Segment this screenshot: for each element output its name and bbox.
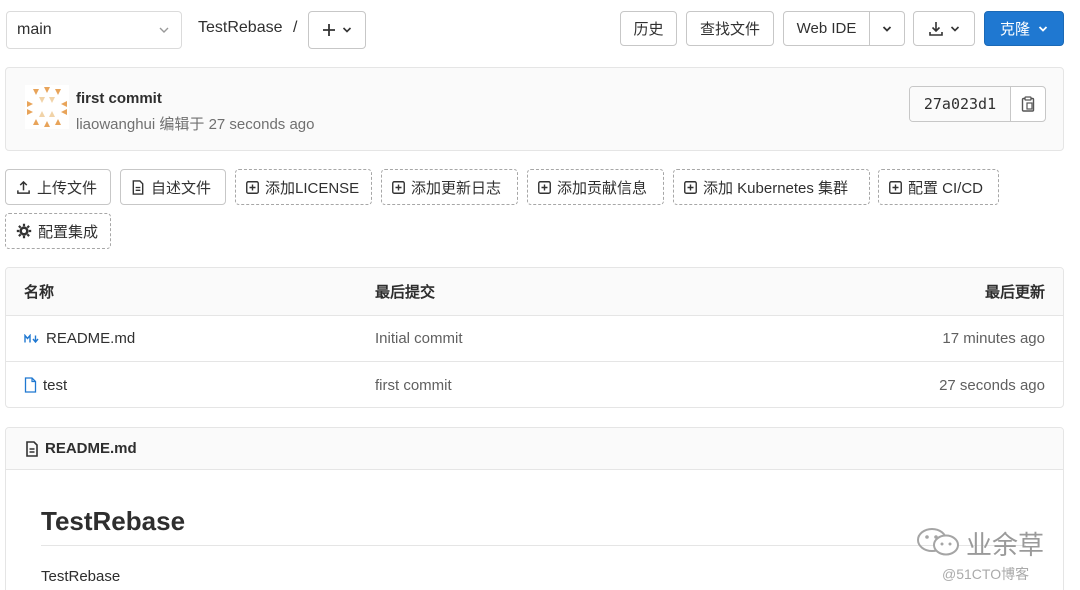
chevron-down-icon (882, 25, 892, 32)
web-ide-dropdown-toggle[interactable] (870, 12, 904, 45)
commit-sha[interactable]: 27a023d1 (910, 87, 1011, 121)
document-icon (26, 440, 38, 457)
chevron-down-icon (159, 27, 169, 33)
readme-heading: TestRebase (41, 506, 186, 536)
readme-filename[interactable]: README.md (45, 440, 137, 457)
branch-selector[interactable]: main (6, 11, 182, 49)
file-last-commit[interactable]: Initial commit (375, 316, 463, 361)
chevron-down-icon (950, 25, 960, 32)
breadcrumb-project[interactable]: TestRebase (198, 19, 283, 36)
history-button[interactable]: 历史 (620, 11, 677, 46)
plus-square-icon (889, 180, 902, 194)
readme-file-label: 自述文件 (151, 179, 212, 197)
history-button-label: 历史 (633, 21, 664, 38)
plus-square-icon (246, 180, 259, 194)
chevron-down-icon (1038, 25, 1048, 32)
upload-file-label: 上传文件 (37, 179, 98, 197)
last-commit-panel: first commit liaowanghui 编辑于 27 seconds … (5, 67, 1064, 151)
plus-square-icon (538, 180, 551, 194)
download-dropdown-button[interactable] (913, 11, 975, 46)
file-name[interactable]: test (43, 377, 67, 394)
commit-title[interactable]: first commit (76, 90, 162, 107)
web-ide-button-label: Web IDE (796, 20, 857, 37)
file-icon (24, 377, 37, 393)
setup-cicd-label: 配置 CI/CD (908, 179, 984, 197)
find-file-button[interactable]: 查找文件 (686, 11, 774, 46)
col-last-commit-header: 最后提交 (375, 284, 436, 301)
add-new-dropdown-button[interactable] (308, 11, 366, 49)
col-name-header: 名称 (24, 284, 55, 301)
watermark-site: @51CTO博客 (942, 566, 1030, 582)
add-contributing-label: 添加贡献信息 (557, 179, 648, 197)
configure-integrations-label: 配置集成 (38, 223, 99, 241)
clone-button[interactable]: 克隆 (984, 11, 1064, 46)
upload-icon (17, 180, 30, 194)
file-last-commit[interactable]: first commit (375, 362, 452, 407)
upload-file-button[interactable]: 上传文件 (5, 169, 111, 205)
add-contributing-button[interactable]: 添加贡献信息 (527, 169, 664, 205)
copy-sha-button[interactable] (1011, 87, 1045, 121)
web-ide-button[interactable]: Web IDE (784, 12, 870, 45)
add-kubernetes-cluster-button[interactable]: 添加 Kubernetes 集群 (673, 169, 870, 205)
add-license-button[interactable]: 添加LICENSE (235, 169, 372, 205)
wechat-icon (917, 528, 959, 556)
file-name[interactable]: README.md (46, 330, 135, 347)
commit-sha-group: 27a023d1 (909, 86, 1046, 122)
file-last-updated: 17 minutes ago (942, 330, 1045, 347)
document-icon (132, 179, 144, 195)
add-changelog-button[interactable]: 添加更新日志 (381, 169, 518, 205)
readme-body: TestRebase (41, 568, 121, 585)
clipboard-icon (1021, 96, 1035, 112)
plus-icon (323, 24, 335, 36)
commit-meta: liaowanghui 编辑于 27 seconds ago (76, 113, 315, 134)
setup-cicd-button[interactable]: 配置 CI/CD (878, 169, 999, 205)
configure-integrations-button[interactable]: 配置集成 (5, 213, 111, 249)
breadcrumb-separator: / (292, 19, 298, 36)
readme-panel: README.md TestRebase TestRebase (5, 427, 1064, 590)
file-tree-table: 名称 最后提交 最后更新 README.md Initial commit 17… (5, 267, 1064, 408)
commit-author[interactable]: liaowanghui (76, 116, 155, 133)
chevron-down-icon (342, 27, 352, 33)
file-last-updated: 27 seconds ago (939, 376, 1045, 394)
clone-button-label: 克隆 (999, 21, 1030, 38)
add-changelog-label: 添加更新日志 (411, 179, 502, 197)
find-file-button-label: 查找文件 (699, 21, 760, 38)
readme-file-button[interactable]: 自述文件 (120, 169, 226, 205)
table-header: 名称 最后提交 最后更新 (6, 268, 1063, 316)
plus-square-icon (392, 180, 405, 194)
download-icon (929, 21, 943, 36)
web-ide-button-group: Web IDE (783, 11, 905, 46)
table-row[interactable]: test first commit 27 seconds ago (6, 362, 1063, 407)
watermark-name: 业余草 (966, 530, 1045, 560)
table-row[interactable]: README.md Initial commit 17 minutes ago (6, 316, 1063, 362)
commit-time: 编辑于 27 seconds ago (159, 116, 315, 133)
markdown-icon (24, 333, 39, 343)
branch-name: main (17, 21, 52, 38)
add-license-label: 添加LICENSE (265, 179, 360, 197)
gear-icon (16, 223, 32, 239)
readme-header: README.md (6, 428, 1063, 470)
col-last-update-header: 最后更新 (984, 284, 1045, 301)
add-kubernetes-label: 添加 Kubernetes 集群 (703, 179, 849, 197)
avatar[interactable] (25, 85, 69, 129)
readme-divider (41, 545, 1026, 546)
breadcrumb: TestRebase / (198, 19, 297, 37)
plus-square-icon (684, 180, 697, 194)
